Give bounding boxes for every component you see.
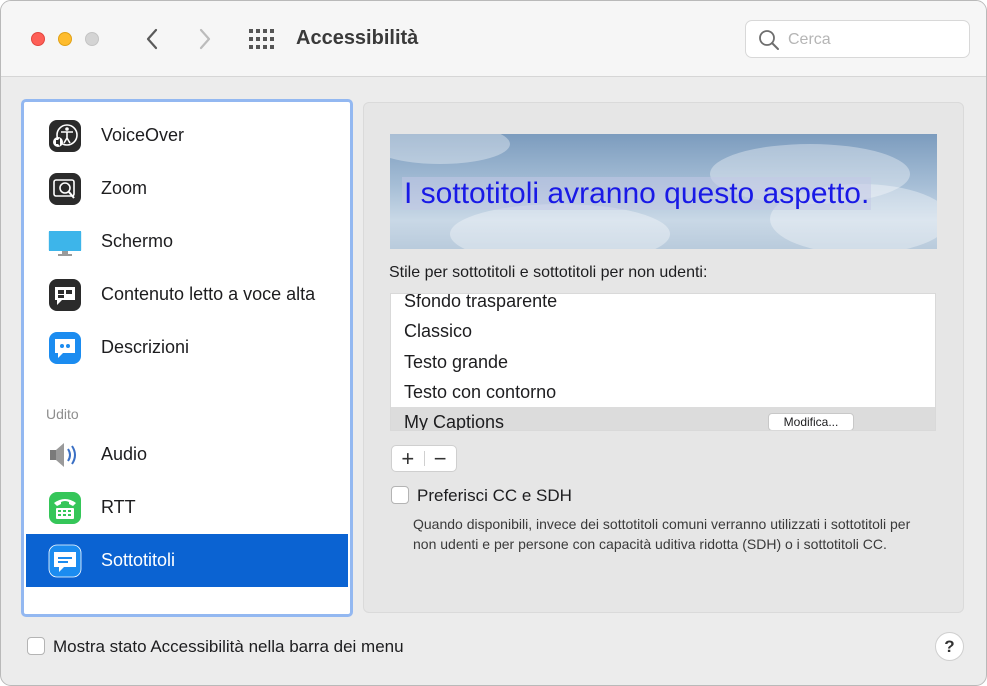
- prefer-cc-sdh-description: Quando disponibili, invece dei sottotito…: [413, 516, 911, 552]
- sidebar-item-label: RTT: [101, 497, 136, 517]
- caption-preview: I sottotitoli avranno questo aspetto.: [390, 134, 937, 249]
- back-button[interactable]: [139, 25, 165, 53]
- sidebar: VoiceOver Zoom Schermo Contenuto letto a…: [21, 99, 353, 617]
- sidebar-item-label: Audio: [101, 444, 148, 464]
- help-button[interactable]: ?: [935, 632, 964, 661]
- style-list-label: Stile per sottotitoli e sottotitoli per …: [389, 264, 708, 281]
- sidebar-item-label: VoiceOver: [101, 125, 185, 145]
- prefer-cc-sdh-checkbox[interactable]: [391, 486, 409, 504]
- sidebar-item-zoom[interactable]: Zoom: [26, 162, 348, 215]
- preview-caption-text: I sottotitoli avranno questo aspetto.: [402, 177, 872, 210]
- sidebar-item-label: Sottotitoli: [101, 550, 176, 570]
- spoken-content-icon: [49, 279, 81, 311]
- add-remove-control: + −: [391, 445, 457, 472]
- sidebar-item-schermo[interactable]: Schermo: [26, 215, 348, 268]
- search-field[interactable]: [745, 20, 970, 58]
- sidebar-item-label: Contenuto letto a voce alta: [101, 284, 316, 304]
- sidebar-item-label: Schermo: [101, 231, 174, 251]
- show-in-menu-bar-label[interactable]: Mostra stato Accessibilità nella barra d…: [53, 637, 404, 657]
- sidebar-item-label: Descrizioni: [101, 337, 190, 357]
- descriptions-icon: [49, 332, 81, 364]
- sidebar-item-label: Zoom: [101, 178, 148, 198]
- caption-style-list[interactable]: Sfondo trasparente Classico Testo grande…: [390, 293, 936, 431]
- show-in-menu-bar-checkbox[interactable]: [27, 637, 45, 655]
- captions-panel: I sottotitoli avranno questo aspetto. St…: [363, 102, 964, 613]
- rtt-phone-icon: [49, 492, 81, 524]
- chevron-left-icon: [146, 28, 158, 50]
- close-window-button[interactable]: [31, 32, 45, 46]
- show-all-button[interactable]: [247, 27, 275, 51]
- list-item[interactable]: Testo con contorno: [391, 377, 935, 407]
- captions-icon: [48, 544, 82, 578]
- minimize-window-button[interactable]: [58, 32, 72, 46]
- sidebar-item-sottotitoli[interactable]: Sottotitoli: [26, 534, 348, 587]
- search-icon: [759, 30, 779, 50]
- display-icon: [48, 231, 82, 256]
- search-input[interactable]: [788, 30, 958, 50]
- section-header-udito: Udito: [46, 406, 79, 422]
- chevron-right-icon: [199, 28, 211, 50]
- speaker-icon: [50, 443, 76, 467]
- voiceover-icon: [49, 120, 81, 152]
- zoom-icon: [49, 173, 81, 205]
- prefer-cc-sdh-label[interactable]: Preferisci CC e SDH: [417, 486, 572, 506]
- sidebar-item-spoken-content[interactable]: Contenuto letto a voce alta: [26, 268, 348, 321]
- window-title: Accessibilità: [296, 27, 419, 49]
- sidebar-item-rtt[interactable]: RTT: [26, 481, 348, 534]
- toolbar: Accessibilità: [1, 1, 986, 77]
- remove-style-button[interactable]: −: [424, 446, 456, 471]
- preferences-window: Accessibilità VoiceOver: [0, 0, 987, 686]
- list-item-selected[interactable]: My Captions Modifica...: [391, 407, 935, 430]
- forward-button[interactable]: [192, 25, 218, 53]
- list-item[interactable]: Sfondo trasparente: [391, 294, 935, 316]
- list-item[interactable]: Classico: [391, 316, 935, 346]
- edit-style-button[interactable]: Modifica...: [768, 413, 854, 430]
- add-style-button[interactable]: +: [392, 446, 424, 471]
- zoom-window-button[interactable]: [85, 32, 99, 46]
- list-item[interactable]: Testo grande: [391, 347, 935, 377]
- grid-icon: [249, 29, 274, 49]
- sidebar-item-descrizioni[interactable]: Descrizioni: [26, 321, 348, 374]
- sidebar-item-audio[interactable]: Audio: [26, 428, 348, 481]
- sidebar-item-voiceover[interactable]: VoiceOver: [26, 109, 348, 162]
